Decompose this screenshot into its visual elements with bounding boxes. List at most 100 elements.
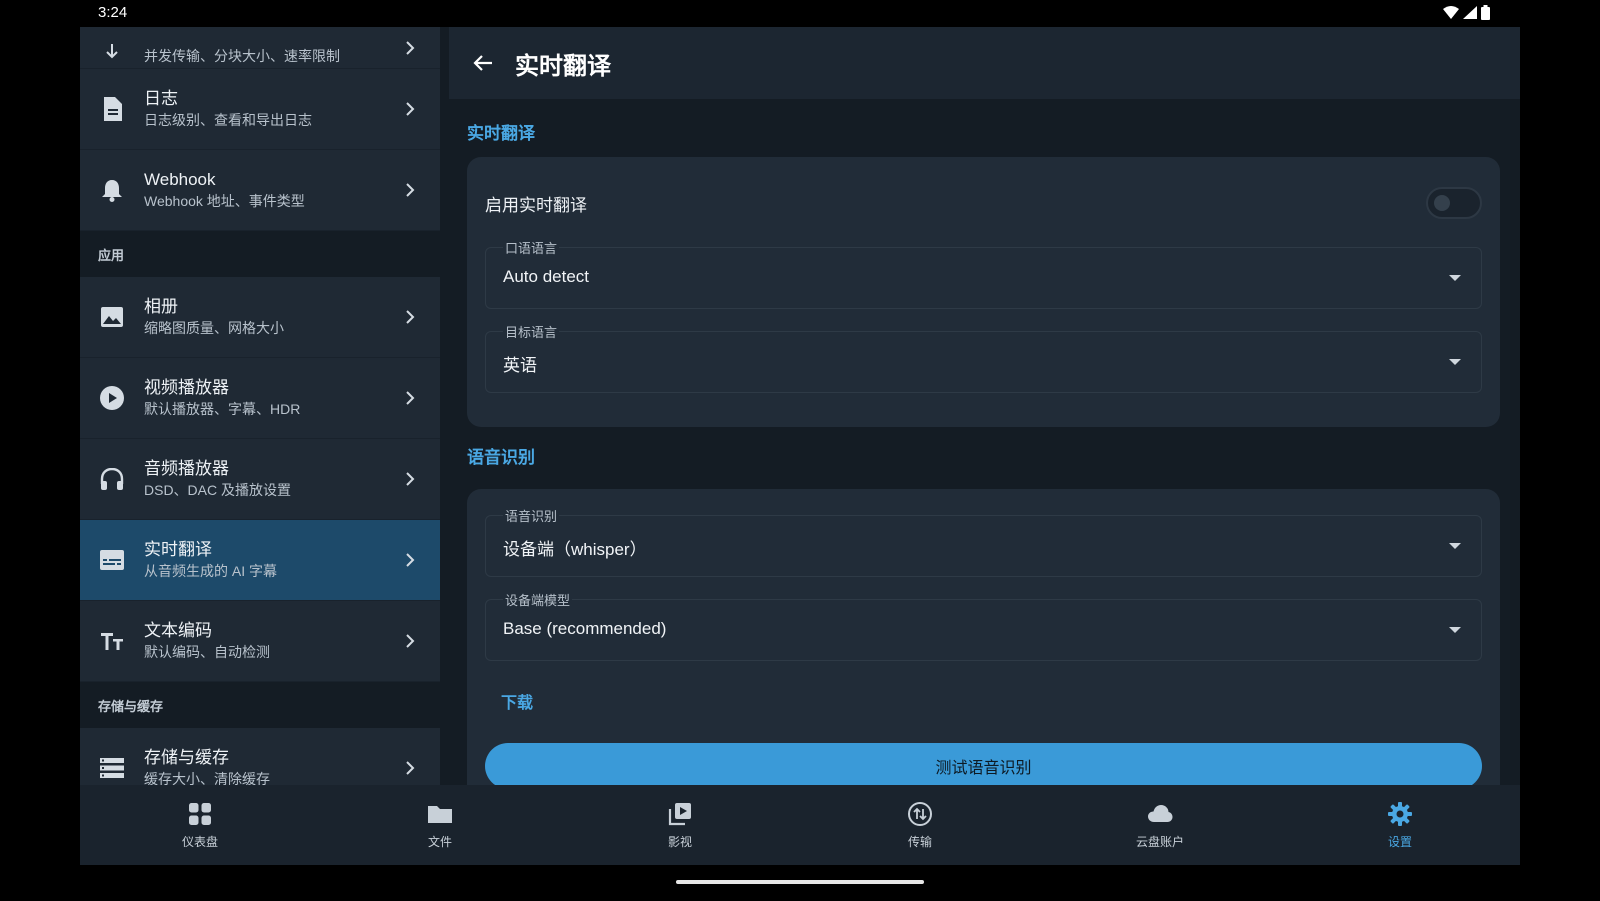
- sidebar-item-transfer[interactable]: 并发传输、分块大小、速率限制: [80, 27, 440, 69]
- nav-label: 传输: [907, 834, 932, 849]
- transfer-icon: [908, 801, 932, 826]
- sidebar-item-title: 视频播放器: [144, 378, 229, 397]
- sidebar-item-subtitle: 从音频生成的 AI 字幕: [144, 563, 278, 579]
- target-language-label: 目标语言: [503, 322, 560, 341]
- bottom-navigation: 仪表盘 文件 影视 传输 云盘账户 设置: [80, 785, 1520, 865]
- target-language-select[interactable]: 目标语言 英语: [485, 322, 1482, 393]
- nav-settings[interactable]: 设置: [1280, 785, 1520, 865]
- nav-dashboard[interactable]: 仪表盘: [80, 785, 320, 865]
- app-window: 并发传输、分块大小、速率限制 日志 日志级别、查看和导出日志 Webhook W…: [80, 27, 1520, 865]
- enable-translate-toggle[interactable]: [1426, 187, 1482, 219]
- sidebar-item-title: 日志: [144, 89, 178, 108]
- sidebar-item-text-encoding[interactable]: 文本编码 默认编码、自动检测: [80, 601, 440, 682]
- sidebar-item-audio-player[interactable]: 音频播放器 DSD、DAC 及播放设置: [80, 439, 440, 520]
- wifi-icon: [1443, 6, 1459, 19]
- signal-icon: [1463, 6, 1477, 19]
- enable-translate-row[interactable]: 启用实时翻译: [485, 175, 1482, 231]
- play-icon: [98, 384, 126, 412]
- section-title-translate: 实时翻译: [467, 124, 535, 143]
- dashboard-icon: [189, 802, 211, 825]
- sidebar-item-title: 存储与缓存: [144, 748, 229, 767]
- chevron-right-icon: [406, 40, 415, 55]
- chevron-right-icon: [406, 391, 415, 405]
- text-icon: [98, 627, 126, 655]
- toggle-knob: [1434, 195, 1450, 211]
- enable-translate-label: 启用实时翻译: [485, 195, 587, 215]
- nav-transfer[interactable]: 传输: [800, 785, 1040, 865]
- chevron-right-icon: [406, 102, 415, 116]
- sidebar-item-live-translate[interactable]: 实时翻译 从音频生成的 AI 字幕: [80, 520, 440, 601]
- caret-down-icon: [1449, 359, 1461, 365]
- caret-down-icon: [1449, 627, 1461, 633]
- sidebar-item-subtitle: DSD、DAC 及播放设置: [144, 482, 292, 498]
- nav-cloud-accounts[interactable]: 云盘账户: [1040, 785, 1280, 865]
- chevron-right-icon: [406, 761, 415, 775]
- status-bar: 3:24: [0, 0, 1600, 27]
- folder-icon: [428, 805, 452, 823]
- battery-icon: [1481, 5, 1490, 20]
- sidebar-item-title: 实时翻译: [144, 540, 212, 559]
- page-title: 实时翻译: [515, 52, 611, 80]
- image-icon: [98, 303, 126, 331]
- gear-icon: [1388, 801, 1412, 826]
- chevron-right-icon: [406, 634, 415, 648]
- sidebar-item-subtitle: Webhook 地址、事件类型: [144, 193, 305, 209]
- back-arrow-icon[interactable]: [471, 51, 495, 75]
- asr-model-label: 设备端模型: [503, 590, 573, 609]
- sidebar-item-title: Webhook: [144, 170, 216, 189]
- test-asr-button[interactable]: 测试语音识别: [485, 743, 1482, 789]
- asr-model-value: Base (recommended): [503, 619, 667, 638]
- bell-icon: [98, 176, 126, 204]
- caret-down-icon: [1449, 275, 1461, 281]
- nav-label: 文件: [427, 834, 452, 849]
- spoken-language-select[interactable]: 口语语言 Auto detect: [485, 238, 1482, 309]
- sidebar-item-subtitle: 日志级别、查看和导出日志: [144, 112, 312, 128]
- cloud-icon: [1148, 804, 1173, 822]
- sidebar-item-subtitle: 默认编码、自动检测: [144, 644, 270, 660]
- download-button[interactable]: 下载: [485, 679, 1482, 723]
- sidebar-item-video-player[interactable]: 视频播放器 默认播放器、字幕、HDR: [80, 358, 440, 439]
- nav-files[interactable]: 文件: [320, 785, 560, 865]
- detail-pane: 实时翻译 实时翻译 启用实时翻译 口语语言 Auto detect 目标语言 英…: [449, 27, 1520, 865]
- sidebar-group-general: 并发传输、分块大小、速率限制 日志 日志级别、查看和导出日志 Webhook W…: [80, 27, 440, 231]
- asr-engine-value: 设备端（whisper）: [503, 540, 647, 559]
- sidebar-item-subtitle: 并发传输、分块大小、速率限制: [144, 48, 340, 64]
- subtitles-icon: [98, 546, 126, 574]
- chevron-right-icon: [406, 553, 415, 567]
- nav-label: 影视: [667, 834, 692, 849]
- sidebar-item-logs[interactable]: 日志 日志级别、查看和导出日志: [80, 69, 440, 150]
- sidebar-item-title: 文本编码: [144, 621, 212, 640]
- sidebar-item-subtitle: 缩略图质量、网格大小: [144, 320, 284, 336]
- storage-icon: [98, 754, 126, 782]
- nav-label: 仪表盘: [181, 834, 218, 849]
- target-language-value: 英语: [503, 356, 537, 375]
- nav-label: 云盘账户: [1135, 834, 1184, 849]
- asr-engine-select[interactable]: 语音识别 设备端（whisper）: [485, 506, 1482, 577]
- sidebar-item-webhook[interactable]: Webhook Webhook 地址、事件类型: [80, 150, 440, 231]
- settings-sidebar: 并发传输、分块大小、速率限制 日志 日志级别、查看和导出日志 Webhook W…: [80, 27, 440, 865]
- file-icon: [98, 95, 126, 123]
- sidebar-item-subtitle: 默认播放器、字幕、HDR: [144, 401, 301, 417]
- sidebar-section-header: 应用: [80, 231, 440, 277]
- transfer-icon: [98, 38, 126, 66]
- sidebar-section-header: 存储与缓存: [80, 682, 440, 728]
- asr-model-select[interactable]: 设备端模型 Base (recommended): [485, 590, 1482, 661]
- sidebar-item-gallery[interactable]: 相册 缩略图质量、网格大小: [80, 277, 440, 358]
- sidebar-item-title: 音频播放器: [144, 459, 229, 478]
- spoken-language-value: Auto detect: [503, 267, 590, 286]
- nav-media[interactable]: 影视: [560, 785, 800, 865]
- nav-label: 设置: [1387, 834, 1412, 849]
- translate-card: 启用实时翻译 口语语言 Auto detect 目标语言 英语: [467, 157, 1500, 427]
- section-title-asr: 语音识别: [467, 448, 535, 467]
- status-icons: [1443, 5, 1490, 20]
- chevron-right-icon: [406, 183, 415, 197]
- chevron-right-icon: [406, 472, 415, 486]
- home-indicator[interactable]: [676, 880, 924, 884]
- sidebar-group-apps: 相册 缩略图质量、网格大小 视频播放器 默认播放器、字幕、HDR 音频播放器 D…: [80, 277, 440, 682]
- asr-card: 语音识别 设备端（whisper） 设备端模型 Base (recommende…: [467, 489, 1500, 829]
- status-time: 3:24: [98, 4, 128, 21]
- asr-engine-label: 语音识别: [503, 506, 560, 525]
- headphones-icon: [98, 465, 126, 493]
- detail-topbar: 实时翻译: [449, 27, 1520, 99]
- chevron-right-icon: [406, 310, 415, 324]
